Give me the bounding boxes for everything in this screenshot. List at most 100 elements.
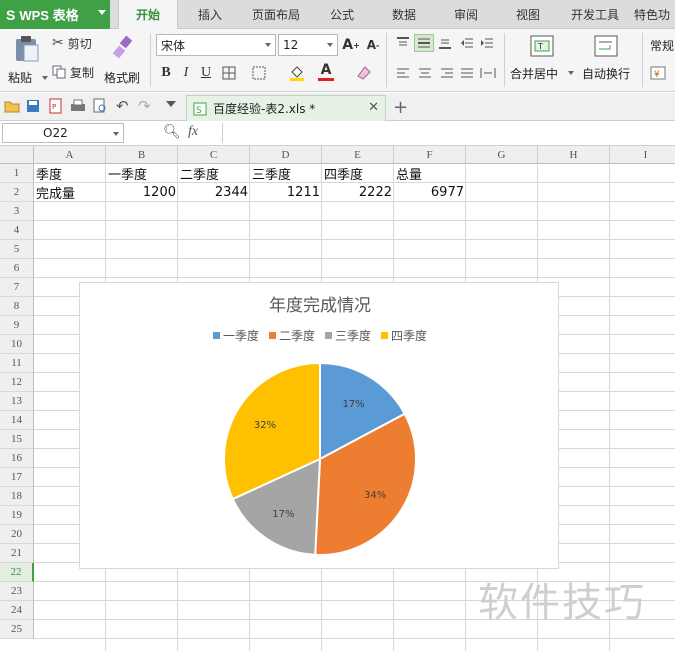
insert-function-icon[interactable]: fx — [188, 124, 198, 140]
tab-data[interactable]: 数据 — [378, 0, 430, 29]
cell-e2[interactable]: 2222 — [322, 183, 394, 202]
cell-d2[interactable]: 1211 — [250, 183, 322, 202]
tab-special-features[interactable]: 特色功 — [634, 0, 675, 29]
cell-e1[interactable]: 四季度 — [322, 164, 394, 183]
row-header-2[interactable]: 2 — [0, 183, 34, 202]
column-header-h[interactable]: H — [538, 146, 610, 164]
bold-icon[interactable]: B — [158, 63, 174, 83]
row-header-13[interactable]: 13 — [0, 392, 34, 411]
tab-review[interactable]: 审阅 — [440, 0, 492, 29]
tab-view[interactable]: 视图 — [502, 0, 554, 29]
italic-icon[interactable]: I — [178, 63, 194, 83]
row-header-12[interactable]: 12 — [0, 373, 34, 392]
cell-f2[interactable]: 6977 — [394, 183, 466, 202]
decrease-indent-icon[interactable] — [460, 37, 474, 49]
copy-button[interactable]: 复制 — [52, 62, 94, 82]
name-box[interactable]: O22 — [2, 123, 124, 143]
justify-icon[interactable] — [460, 67, 474, 79]
row-header-21[interactable]: 21 — [0, 544, 34, 563]
tab-home[interactable]: 开始 — [118, 0, 178, 29]
row-header-10[interactable]: 10 — [0, 335, 34, 354]
row-header-25[interactable]: 25 — [0, 620, 34, 639]
increase-indent-icon[interactable] — [480, 37, 494, 49]
clear-format-icon[interactable] — [355, 64, 373, 82]
border-icon[interactable] — [222, 66, 236, 80]
font-name-select[interactable]: 宋体 — [156, 34, 276, 56]
row-header-1[interactable]: 1 — [0, 164, 34, 183]
font-color-icon[interactable]: A — [318, 61, 334, 81]
underline-icon[interactable]: U — [198, 63, 214, 83]
close-tab-icon[interactable]: ✕ — [368, 100, 379, 115]
export-pdf-icon[interactable]: P — [48, 98, 64, 114]
row-header-5[interactable]: 5 — [0, 240, 34, 259]
wrap-text-button[interactable]: 自动换行 — [580, 35, 636, 85]
column-header-d[interactable]: D — [250, 146, 322, 164]
column-header-c[interactable]: C — [178, 146, 250, 164]
document-tab[interactable]: S 百度经验-表2.xls * ✕ — [186, 95, 386, 121]
row-header-18[interactable]: 18 — [0, 487, 34, 506]
align-top-icon[interactable] — [396, 37, 410, 49]
row-header-9[interactable]: 9 — [0, 316, 34, 335]
cell-a1[interactable]: 季度 — [34, 164, 106, 183]
row-header-20[interactable]: 20 — [0, 525, 34, 544]
fill-color-icon[interactable] — [288, 64, 306, 82]
column-header-b[interactable]: B — [106, 146, 178, 164]
row-header-14[interactable]: 14 — [0, 411, 34, 430]
cell-c2[interactable]: 2344 — [178, 183, 250, 202]
align-bottom-icon[interactable] — [438, 37, 452, 49]
cell-a2[interactable]: 完成量 — [34, 183, 106, 202]
cell-c1[interactable]: 二季度 — [178, 164, 250, 183]
tab-insert[interactable]: 插入 — [182, 0, 238, 29]
row-header-7[interactable]: 7 — [0, 278, 34, 297]
undo-icon[interactable]: ↶ — [116, 97, 129, 115]
open-folder-icon[interactable] — [4, 99, 20, 113]
cell-f1[interactable]: 总量 — [394, 164, 466, 183]
decrease-font-size-icon[interactable]: A- — [364, 35, 382, 55]
row-header-23[interactable]: 23 — [0, 582, 34, 601]
redo-icon[interactable]: ↷ — [138, 97, 151, 115]
row-header-17[interactable]: 17 — [0, 468, 34, 487]
row-header-3[interactable]: 3 — [0, 202, 34, 221]
distributed-align-icon[interactable] — [480, 67, 496, 79]
cell-style-icon[interactable] — [252, 66, 266, 80]
number-format-select[interactable]: 常规 — [646, 34, 675, 56]
tab-page-layout[interactable]: 页面布局 — [240, 0, 312, 29]
print-icon[interactable] — [70, 99, 86, 113]
tab-developer[interactable]: 开发工具 — [562, 0, 628, 29]
row-header-24[interactable]: 24 — [0, 601, 34, 620]
cell-b2[interactable]: 1200 — [106, 183, 178, 202]
tab-formulas[interactable]: 公式 — [316, 0, 368, 29]
new-tab-icon[interactable]: + — [393, 97, 408, 118]
column-header-e[interactable]: E — [322, 146, 394, 164]
column-header-g[interactable]: G — [466, 146, 538, 164]
column-header-f[interactable]: F — [394, 146, 466, 164]
pie-chart[interactable]: 年度完成情况 一季度 二季度 三季度 四季度 17% 34% 17% 32% — [79, 282, 559, 569]
cell-d1[interactable]: 三季度 — [250, 164, 322, 183]
customize-toolbar-icon[interactable] — [166, 101, 176, 107]
column-header-i[interactable]: I — [610, 146, 675, 164]
wps-app-menu-button[interactable]: S WPS 表格 — [0, 0, 110, 29]
column-header-a[interactable]: A — [34, 146, 106, 164]
formula-input[interactable] — [222, 123, 674, 143]
currency-format-icon[interactable]: ¥ — [650, 65, 670, 81]
row-header-4[interactable]: 4 — [0, 221, 34, 240]
cut-button[interactable]: ✂ 剪切 — [52, 33, 92, 53]
merge-center-button[interactable]: T 合并居中 — [510, 35, 574, 85]
row-header-8[interactable]: 8 — [0, 297, 34, 316]
align-left-icon[interactable] — [396, 67, 410, 79]
row-header-6[interactable]: 6 — [0, 259, 34, 278]
cell-b1[interactable]: 一季度 — [106, 164, 178, 183]
align-middle-button[interactable] — [414, 34, 434, 52]
increase-font-size-icon[interactable]: A + — [342, 35, 360, 55]
print-preview-icon[interactable] — [92, 98, 108, 114]
align-center-icon[interactable] — [418, 67, 432, 79]
format-painter-button[interactable]: 格式刷 — [104, 35, 144, 87]
zoom-formula-icon[interactable]: 🔍︎ — [163, 124, 181, 140]
row-header-11[interactable]: 11 — [0, 354, 34, 373]
row-header-15[interactable]: 15 — [0, 430, 34, 449]
font-size-select[interactable]: 12 — [278, 34, 338, 56]
row-header-22[interactable]: 22 — [0, 563, 34, 582]
paste-button[interactable]: 粘贴 — [8, 35, 48, 87]
save-icon[interactable] — [26, 99, 40, 113]
align-right-icon[interactable] — [440, 67, 454, 79]
